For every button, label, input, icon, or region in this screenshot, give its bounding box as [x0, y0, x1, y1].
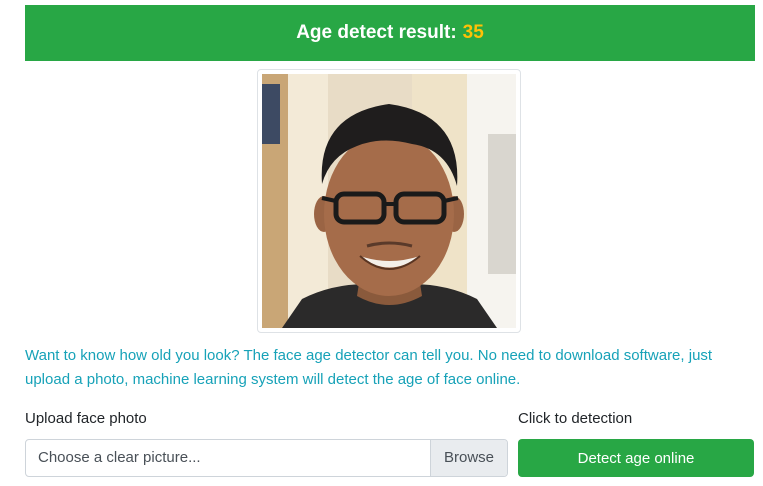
age-value: 35 [462, 22, 484, 43]
file-input-placeholder: Choose a clear picture... [38, 449, 201, 466]
face-photo [262, 74, 516, 328]
detect-age-button[interactable]: Detect age online [518, 439, 754, 477]
result-banner: Age detect result: 35 [25, 5, 755, 61]
upload-label: Upload face photo [25, 410, 147, 427]
description-text: Want to know how old you look? The face … [25, 347, 713, 388]
browse-button[interactable]: Browse [430, 440, 507, 476]
file-upload-input[interactable]: Choose a clear picture... Browse [25, 439, 508, 477]
detect-label: Click to detection [518, 410, 633, 427]
face-photo-illustration [262, 74, 516, 328]
result-label: Age detect result: [296, 22, 457, 43]
uploaded-photo-frame [257, 69, 521, 333]
